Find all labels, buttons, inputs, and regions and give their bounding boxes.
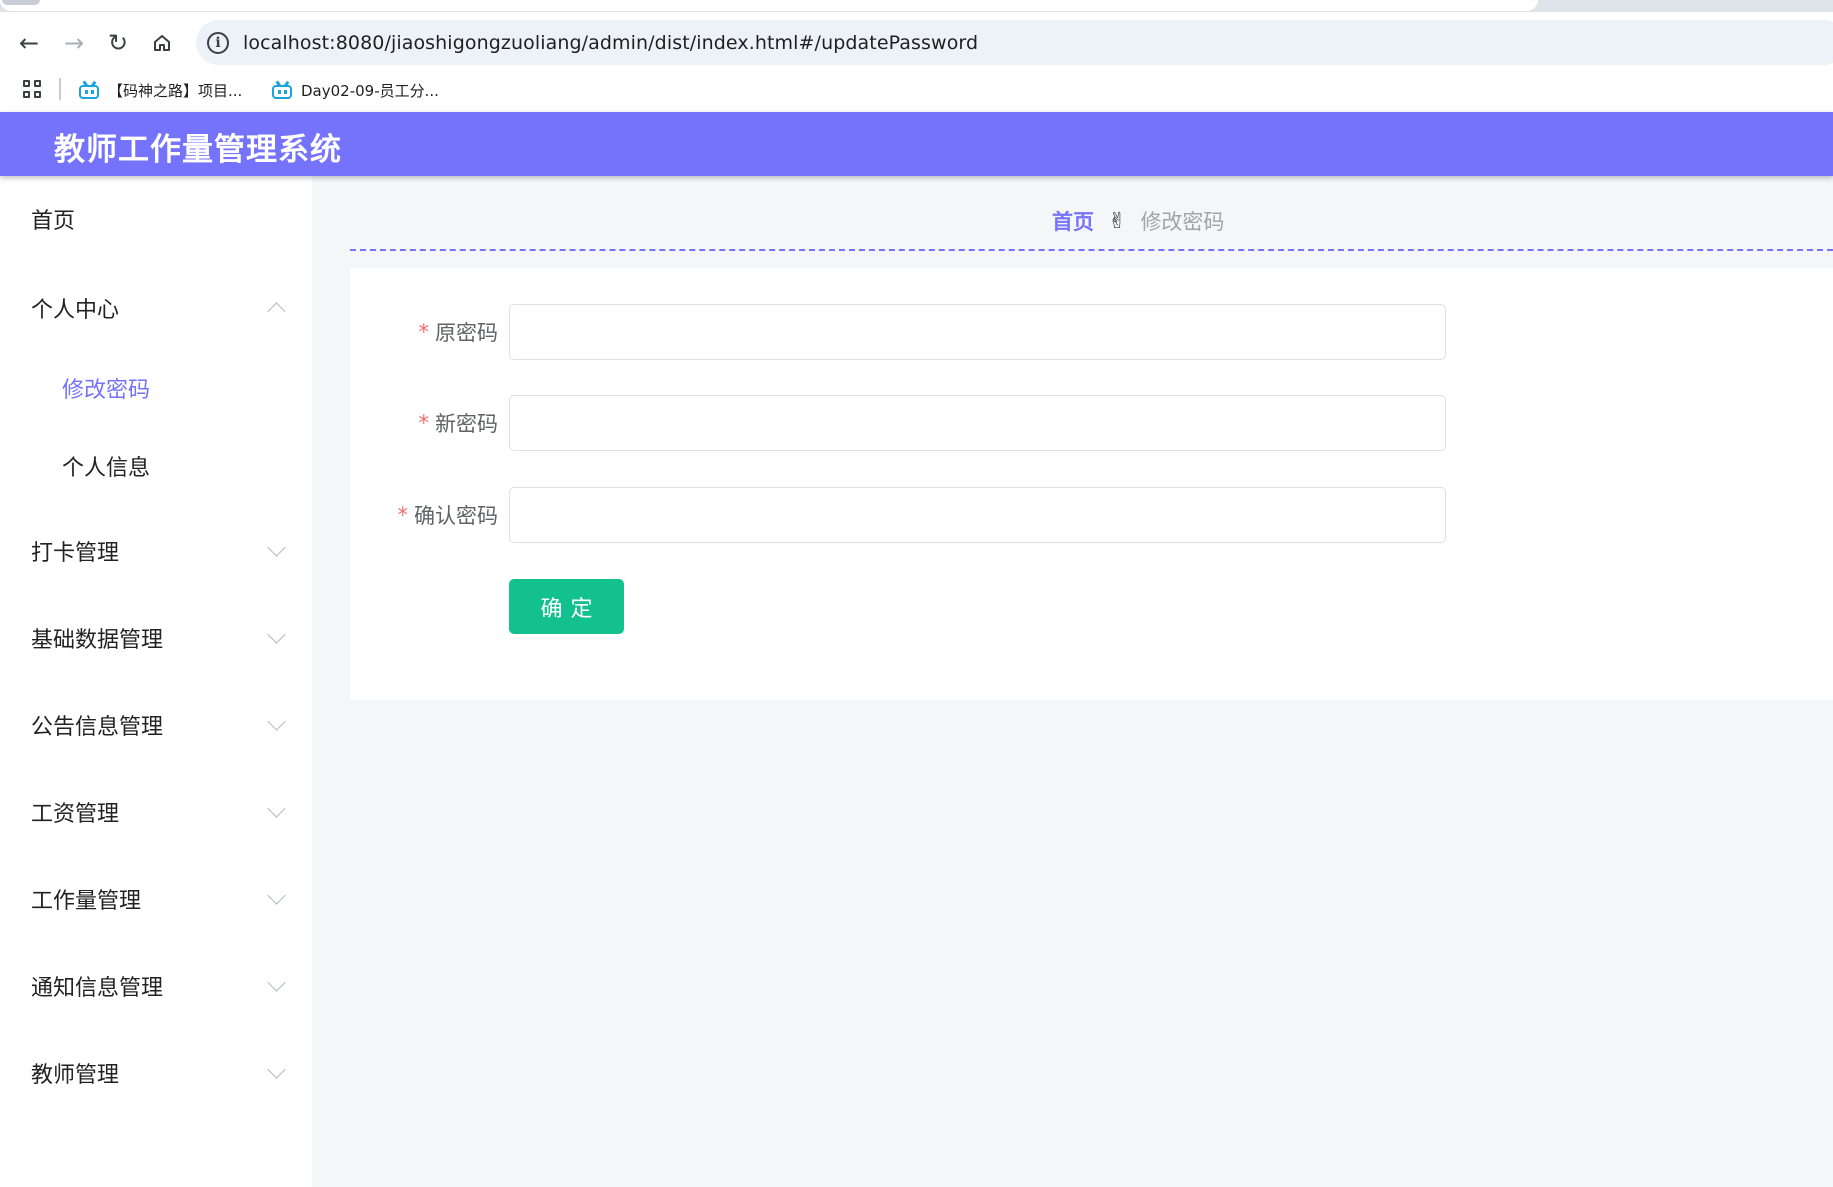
form-row-confirm-password: * 确认密码 xyxy=(350,487,1833,543)
old-password-input[interactable] xyxy=(509,304,1446,360)
sidebar-subitem-change-password[interactable]: 修改密码 xyxy=(0,358,312,418)
sidebar-item-label: 首页 xyxy=(31,209,76,234)
sidebar-item-clockin[interactable]: 打卡管理 xyxy=(0,521,312,581)
sidebar-item-label: 工作量管理 xyxy=(31,889,142,914)
browser-active-tab[interactable] xyxy=(0,0,1538,11)
sidebar-item-teachers[interactable]: 教师管理 xyxy=(0,1043,312,1103)
sidebar-item-workload[interactable]: 工作量管理 xyxy=(0,869,312,929)
new-password-label: * 新密码 xyxy=(419,395,499,451)
tab-favicon xyxy=(2,0,40,5)
reload-icon[interactable]: ↻ xyxy=(101,26,135,60)
bookmark-label: Day02-09-员工分... xyxy=(301,81,439,100)
bookmark-item[interactable]: 【码神之路】项目... xyxy=(78,76,242,104)
address-bar[interactable]: i localhost:8080/jiaoshigongzuoliang/adm… xyxy=(196,20,1833,65)
sidebar-item-announcements[interactable]: 公告信息管理 xyxy=(0,695,312,755)
apps-grid-icon[interactable] xyxy=(23,80,41,98)
url-text[interactable]: localhost:8080/jiaoshigongzuoliang/admin… xyxy=(243,32,978,54)
sidebar-subitem-personal-info[interactable]: 个人信息 xyxy=(0,436,312,496)
sidebar-item-label: 公告信息管理 xyxy=(31,715,164,740)
new-password-input[interactable] xyxy=(509,395,1446,451)
field-label-text: 原密码 xyxy=(435,321,498,345)
breadcrumb-home[interactable]: 首页 xyxy=(1052,206,1094,236)
required-mark: * xyxy=(418,411,430,435)
sidebar: 首页 个人中心 修改密码 个人信息 打卡管理 基础数据管理 公告信息管理 工资管… xyxy=(0,176,312,1187)
sidebar-item-notifications[interactable]: 通知信息管理 xyxy=(0,956,312,1016)
sidebar-item-label: 个人中心 xyxy=(31,298,120,323)
breadcrumb-current: 修改密码 xyxy=(1140,210,1225,234)
main-content: 首页 ✌ 修改密码 * 原密码 * 新密码 * 确认密码 确定 xyxy=(312,176,1833,1187)
form-row-new-password: * 新密码 xyxy=(350,395,1833,451)
bookmark-item[interactable]: Day02-09-员工分... xyxy=(271,76,439,104)
password-form: * 原密码 * 新密码 * 确认密码 确定 xyxy=(350,268,1833,700)
sidebar-item-base-data[interactable]: 基础数据管理 xyxy=(0,608,312,668)
confirm-button[interactable]: 确定 xyxy=(509,579,624,634)
back-arrow-icon[interactable]: ← xyxy=(12,26,46,60)
site-info-icon[interactable]: i xyxy=(207,31,229,54)
sidebar-item-label: 打卡管理 xyxy=(31,541,120,566)
old-password-label: * 原密码 xyxy=(419,304,499,360)
bookmark-label: 【码神之路】项目... xyxy=(108,81,243,100)
chevron-down-icon xyxy=(267,624,286,644)
sidebar-subitem-label: 个人信息 xyxy=(62,456,151,481)
sidebar-item-salary[interactable]: 工资管理 xyxy=(0,782,312,842)
sidebar-item-personal-center[interactable]: 个人中心 xyxy=(0,278,312,338)
bookmarks-divider xyxy=(59,78,61,100)
confirm-password-input[interactable] xyxy=(509,487,1446,543)
sidebar-item-label: 通知信息管理 xyxy=(31,976,164,1001)
required-mark: * xyxy=(418,320,430,344)
app-title: 教师工作量管理系统 xyxy=(54,132,342,168)
sidebar-item-label: 工资管理 xyxy=(31,802,120,827)
bilibili-icon xyxy=(271,80,293,99)
home-icon[interactable] xyxy=(145,26,179,60)
bilibili-icon xyxy=(78,80,100,99)
chevron-down-icon xyxy=(267,972,286,992)
breadcrumb-divider xyxy=(350,249,1833,251)
chevron-down-icon xyxy=(267,798,286,818)
chevron-down-icon xyxy=(267,1059,286,1079)
browser-tab-strip xyxy=(0,0,1833,12)
form-row-old-password: * 原密码 xyxy=(350,304,1833,360)
sidebar-item-label: 教师管理 xyxy=(31,1063,120,1088)
required-mark: * xyxy=(397,503,409,527)
forward-arrow-icon[interactable]: → xyxy=(57,26,91,60)
chevron-down-icon xyxy=(267,711,286,731)
chevron-down-icon xyxy=(267,885,286,905)
hand-icon: ✌ xyxy=(1108,208,1127,234)
confirm-password-label: * 确认密码 xyxy=(398,487,499,543)
field-label-text: 新密码 xyxy=(435,412,498,436)
chevron-up-icon xyxy=(267,301,286,321)
app-header: 教师工作量管理系统 xyxy=(0,112,1833,176)
sidebar-item-label: 基础数据管理 xyxy=(31,628,164,653)
sidebar-subitem-label: 修改密码 xyxy=(62,378,151,403)
field-label-text: 确认密码 xyxy=(414,504,498,528)
browser-toolbar: ← → ↻ i localhost:8080/jiaoshigongzuolia… xyxy=(0,12,1833,70)
chevron-down-icon xyxy=(267,537,286,557)
sidebar-item-home[interactable]: 首页 xyxy=(0,189,312,249)
bookmarks-bar: 【码神之路】项目... Day02-09-员工分... xyxy=(0,70,1833,112)
